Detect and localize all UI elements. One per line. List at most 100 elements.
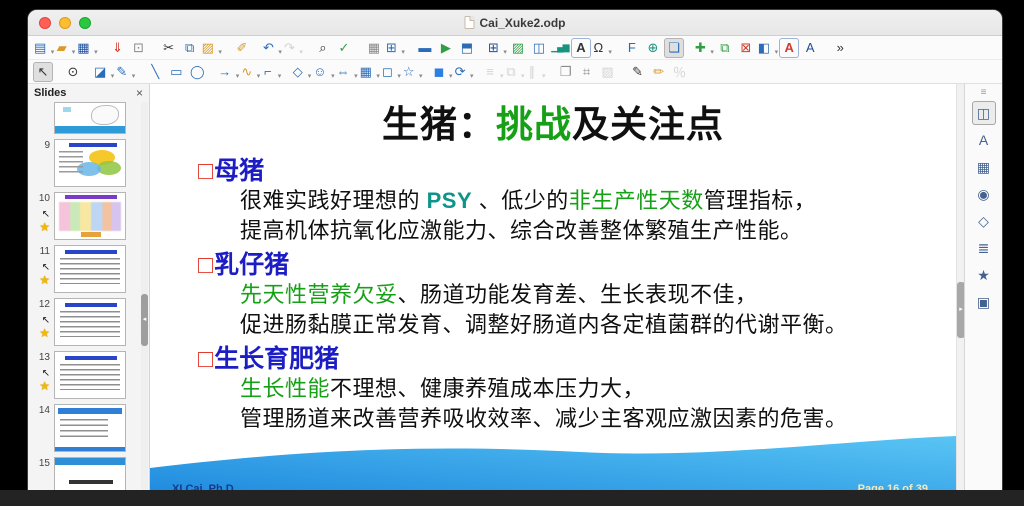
glue-points-icon[interactable]: ✏ <box>649 62 669 82</box>
zoom-pan-icon[interactable]: ⊙ <box>63 62 83 82</box>
titlebar[interactable]: Cai_Xuke2.odp <box>28 10 1002 36</box>
slide-canvas[interactable]: 生猪：挑战及关注点 □母猪很难实践好理想的 PSY 、低少的非生产性天数管理指标… <box>150 84 956 506</box>
edit-points-icon[interactable]: ✎ <box>628 62 648 82</box>
shapes-panel-icon[interactable]: ◇ <box>972 209 996 233</box>
basic-shapes-icon[interactable]: ◇ <box>291 62 311 82</box>
gallery-panel-icon[interactable]: ▦ <box>972 155 996 179</box>
character-size-icon[interactable]: A <box>800 38 820 58</box>
clone-formatting-icon[interactable]: ✐ <box>232 38 252 58</box>
rectangle-icon[interactable]: ▭ <box>166 62 186 82</box>
styles-panel-icon[interactable]: A <box>972 128 996 152</box>
slide-thumbnail-item[interactable]: 11 ↖ ★ <box>28 245 140 293</box>
symbol-shapes-icon[interactable]: ☺ <box>312 62 334 82</box>
slide-text-line[interactable]: 提高机体抗氧化应激能力、综合改善整体繁殖生产性能。 <box>240 216 956 246</box>
close-panel-icon[interactable]: × <box>136 86 143 100</box>
select-arrow-icon[interactable]: ↖ <box>33 62 53 82</box>
slide-sections[interactable]: □母猪很难实践好理想的 PSY 、低少的非生产性天数管理指标，提高机体抗氧化应激… <box>198 156 956 434</box>
line-color-icon[interactable]: ✎ <box>115 62 135 82</box>
slide-thumbnail-item[interactable]: 9 ↖ ★ <box>28 139 140 187</box>
slide-section-heading[interactable]: □乳仔猪 <box>198 250 956 280</box>
slide-thumbnail-item[interactable]: 10 ↖ ★ <box>28 192 140 240</box>
insert-line-icon[interactable]: ╲ <box>145 62 165 82</box>
insert-text-columns-icon[interactable]: ◫ <box>529 38 549 58</box>
print-icon[interactable]: ⊡ <box>129 38 149 58</box>
spelling-check-icon[interactable]: ✓ <box>334 38 354 58</box>
slide-section-heading[interactable]: □母猪 <box>198 156 956 186</box>
slide-editing-area[interactable]: 生猪：挑战及关注点 □母猪很难实践好理想的 PSY 、低少的非生产性天数管理指标… <box>150 84 956 506</box>
3d-objects-icon[interactable]: ◼ <box>433 62 453 82</box>
grid-icon[interactable]: ▦ <box>364 38 384 58</box>
snap-guides-icon[interactable]: ⊞ <box>385 38 405 58</box>
slide-thumbnail-canvas[interactable] <box>54 102 126 134</box>
slide-text-line[interactable]: 先天性营养欠妥、肠道功能发育差、生长表现不佳， <box>240 280 956 310</box>
open-folder-icon[interactable]: ▰ <box>55 38 75 58</box>
insert-image-icon[interactable]: ▨ <box>508 38 528 58</box>
slide-text-line[interactable]: 管理肠道来改善营养吸收效率、减少主客观应激因素的危害。 <box>240 404 956 434</box>
slide-layout-icon[interactable]: ◧ <box>757 38 778 58</box>
insert-table-icon[interactable]: ⊞ <box>487 38 507 58</box>
slide-thumbnail-canvas[interactable] <box>54 192 126 240</box>
ellipse-icon[interactable]: ◯ <box>187 62 207 82</box>
export-pdf-icon[interactable]: ⇓ <box>108 38 128 58</box>
main-vertical-scrollbar[interactable]: ▸ <box>956 84 964 506</box>
slide-thumbnail-item[interactable]: 14 ↖ ★ <box>28 404 140 452</box>
slide-thumbnail-item[interactable]: 12 ↖ ★ <box>28 298 140 346</box>
minimize-window-icon[interactable] <box>59 17 71 29</box>
special-character-icon[interactable]: Ω <box>592 38 612 58</box>
flowchart-icon[interactable]: ▦ <box>359 62 380 82</box>
toolbar-overflow-icon[interactable]: » <box>830 38 850 58</box>
lines-arrows-icon[interactable]: → <box>217 62 239 82</box>
slide-title[interactable]: 生猪：挑战及关注点 <box>150 102 956 148</box>
fontwork-icon[interactable]: F <box>622 38 642 58</box>
properties-panel-icon[interactable]: ◫ <box>972 101 996 125</box>
slide-text-line[interactable]: 促进肠黏膜正常发育、调整好肠道内各定植菌群的代谢平衡。 <box>240 310 956 340</box>
new-slide-icon[interactable]: ✚ <box>694 38 714 58</box>
find-replace-icon[interactable]: ⌕ <box>313 38 333 58</box>
insert-text-box-icon[interactable]: A <box>571 38 591 58</box>
cut-icon[interactable]: ✂ <box>159 38 179 58</box>
start-slideshow-icon[interactable]: ▶ <box>436 38 456 58</box>
slide-text-line[interactable]: 很难实践好理想的 PSY 、低少的非生产性天数管理指标， <box>240 186 956 216</box>
navigator-panel-icon[interactable]: ◉ <box>972 182 996 206</box>
crop-icon[interactable]: ⌗ <box>577 62 597 82</box>
slide-thumbnail-item[interactable]: 8 ↖ ★ <box>28 102 140 134</box>
presenter-console-icon[interactable]: ⬒ <box>457 38 477 58</box>
panel-splitter-arrow-icon[interactable]: ◂ <box>141 316 148 324</box>
fill-color-icon[interactable]: ◪ <box>93 62 114 82</box>
stars-banners-icon[interactable]: ☆ <box>402 62 423 82</box>
image-filter-icon[interactable]: ▨ <box>598 62 618 82</box>
undo-icon[interactable]: ↶ <box>262 38 282 58</box>
arrange-icon[interactable]: ⧉ <box>505 62 525 82</box>
callouts-icon[interactable]: ◻ <box>381 62 401 82</box>
sidebar-menu-icon[interactable]: ≡ <box>972 86 996 98</box>
slide-thumbnail-canvas[interactable] <box>54 139 126 187</box>
font-color-icon[interactable]: A <box>779 38 799 58</box>
new-document-icon[interactable]: ▤ <box>33 38 54 58</box>
hyperlink-icon[interactable]: ⊕ <box>643 38 663 58</box>
copy-icon[interactable]: ⧉ <box>180 38 200 58</box>
rotate-icon[interactable]: ⟳ <box>454 62 474 82</box>
slide-thumbnail-canvas[interactable] <box>54 298 126 346</box>
save-icon[interactable]: ▦ <box>76 38 97 58</box>
connectors-icon[interactable]: ⌐ <box>261 62 281 82</box>
slide-text-line[interactable]: 生长性能不理想、健康养殖成本压力大， <box>240 374 956 404</box>
distribute-icon[interactable]: ∥ <box>526 62 546 82</box>
display-mode-icon[interactable]: ▬ <box>415 38 435 58</box>
zoom-window-icon[interactable] <box>79 17 91 29</box>
curves-polygons-icon[interactable]: ∿ <box>240 62 260 82</box>
slide-thumbnail-canvas[interactable] <box>54 245 126 293</box>
master-slides-panel-icon[interactable]: ▣ <box>972 290 996 314</box>
duplicate-slide-icon[interactable]: ⧉ <box>715 38 735 58</box>
slide-thumbnail-canvas[interactable] <box>54 351 126 399</box>
insert-chart-icon[interactable]: ▁▄▆ <box>550 38 570 58</box>
delete-slide-icon[interactable]: ⊠ <box>736 38 756 58</box>
close-window-icon[interactable] <box>39 17 51 29</box>
animation-panel-icon[interactable]: ★ <box>972 263 996 287</box>
slide-section-heading[interactable]: □生长育肥猪 <box>198 344 956 374</box>
align-objects-icon[interactable]: ≡ <box>484 62 504 82</box>
slide-thumbnail-canvas[interactable] <box>54 404 126 452</box>
slide-thumbnail-item[interactable]: 13 ↖ ★ <box>28 351 140 399</box>
slides-panel-scrollbar[interactable]: ◂ <box>141 102 148 506</box>
paste-icon[interactable]: ▨ <box>201 38 222 58</box>
slide-transition-panel-icon[interactable]: ≣ <box>972 236 996 260</box>
